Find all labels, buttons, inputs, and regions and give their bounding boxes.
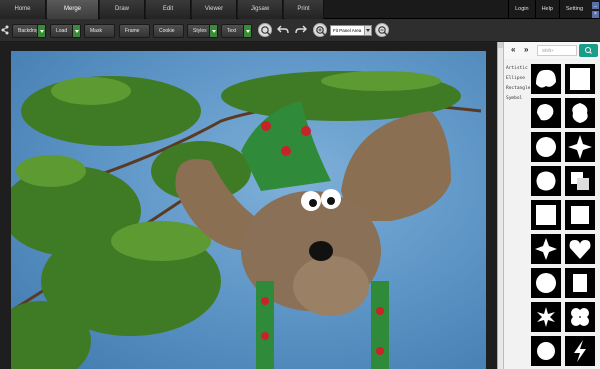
shape-thumbnail[interactable] [531, 166, 561, 196]
shape-thumbnail[interactable] [531, 302, 561, 332]
backdrop-label: Backdrop [18, 28, 40, 34]
tab-edit[interactable]: Edit [146, 0, 191, 19]
frame-label: Frame [125, 28, 140, 34]
moose-ornament-picture [11, 71, 482, 369]
mask-label: Mask [90, 28, 102, 34]
chevron-down-icon[interactable] [209, 25, 217, 37]
category-artistic[interactable]: Artistic [506, 64, 530, 74]
photo-image[interactable] [11, 51, 486, 369]
styles-button[interactable]: Styles [187, 24, 218, 38]
panel-header: « » Shift+ [504, 42, 600, 59]
shape-thumbnail[interactable] [565, 302, 595, 332]
zoom-out-icon[interactable] [375, 23, 389, 37]
setting-link[interactable]: Setting [558, 0, 589, 19]
shape-thumbnail[interactable] [565, 64, 595, 94]
help-link[interactable]: Help [534, 0, 559, 19]
shape-thumbnail[interactable] [565, 336, 595, 366]
text-label: Text [227, 28, 237, 34]
category-rectangle[interactable]: Rectangle [506, 84, 530, 94]
shape-thumbnail[interactable] [565, 98, 595, 128]
zoom-in-icon[interactable] [313, 23, 327, 37]
editor-canvas[interactable] [0, 42, 497, 369]
chevron-down-icon[interactable] [243, 25, 251, 37]
shape-thumbnail[interactable] [565, 200, 595, 230]
minimize-icon[interactable]: _ [592, 1, 599, 9]
shape-thumbnail[interactable] [531, 132, 561, 162]
next-page-icon[interactable]: » [524, 45, 528, 54]
shape-search-input[interactable]: Shift+ [537, 45, 577, 56]
frame-button[interactable]: Frame [119, 24, 150, 38]
shape-thumbnail[interactable] [531, 200, 561, 230]
mask-shape-panel: « » Shift+ Artistic Ellipse Rectangle Sy… [503, 42, 600, 369]
tab-print[interactable]: Print [284, 0, 324, 19]
share-icon[interactable] [1, 25, 9, 35]
tab-jigsaw[interactable]: Jigsaw [238, 0, 283, 19]
tab-home[interactable]: Home [0, 0, 46, 19]
shape-thumbnail[interactable] [565, 166, 595, 196]
zoom-fit-icon[interactable] [258, 23, 272, 37]
shape-thumbnail[interactable] [531, 98, 561, 128]
chevron-down-icon[interactable] [72, 25, 80, 37]
shape-thumbnail[interactable] [531, 268, 561, 298]
shape-thumbnail[interactable] [531, 64, 561, 94]
shape-search-placeholder: Shift+ [542, 48, 554, 53]
chevron-down-icon[interactable] [364, 26, 371, 35]
cookie-label: Cookie [159, 28, 175, 34]
top-right-links: Login Help Setting _ × [508, 0, 600, 19]
tab-draw[interactable]: Draw [100, 0, 145, 19]
search-icon [585, 47, 592, 54]
redo-icon[interactable] [295, 24, 307, 36]
backdrop-button[interactable]: Backdrop [12, 24, 46, 38]
login-link[interactable]: Login [508, 0, 534, 19]
chevron-down-icon[interactable] [37, 25, 45, 37]
previous-page-icon[interactable]: « [511, 45, 515, 54]
cookie-button[interactable]: Cookie [153, 24, 184, 38]
tab-merge[interactable]: Merge [47, 0, 99, 19]
window-controls: _ × [591, 1, 600, 19]
shape-thumbnail[interactable] [565, 132, 595, 162]
close-icon[interactable]: × [592, 10, 599, 18]
search-button[interactable] [579, 44, 598, 57]
zoom-select[interactable]: Fit Panel Area [330, 25, 372, 36]
mask-button[interactable]: Mask [84, 24, 115, 38]
shape-thumbnail[interactable] [531, 336, 561, 366]
top-menu-bar: Home Merge Draw Edit Viewer Jigsaw Print… [0, 0, 600, 19]
app-window: Home Merge Draw Edit Viewer Jigsaw Print… [0, 0, 600, 369]
shape-categories: Artistic Ellipse Rectangle Symbol [506, 64, 530, 104]
shape-thumbnail[interactable] [565, 234, 595, 264]
category-symbol[interactable]: Symbol [506, 94, 530, 104]
tab-viewer[interactable]: Viewer [192, 0, 237, 19]
undo-icon[interactable] [277, 24, 289, 36]
shape-thumbnail[interactable] [565, 268, 595, 298]
category-ellipse[interactable]: Ellipse [506, 74, 530, 84]
main-tabs: Home Merge Draw Edit Viewer Jigsaw Print [0, 0, 325, 19]
toolbar: Backdrop Load Mask Frame Cookie Styles T… [0, 19, 600, 42]
load-label: Load [56, 28, 68, 34]
shape-thumbnail[interactable] [531, 234, 561, 264]
text-button[interactable]: Text [221, 24, 252, 38]
load-button[interactable]: Load [50, 24, 81, 38]
zoom-select-value: Fit Panel Area [333, 28, 362, 33]
styles-label: Styles [193, 28, 207, 34]
